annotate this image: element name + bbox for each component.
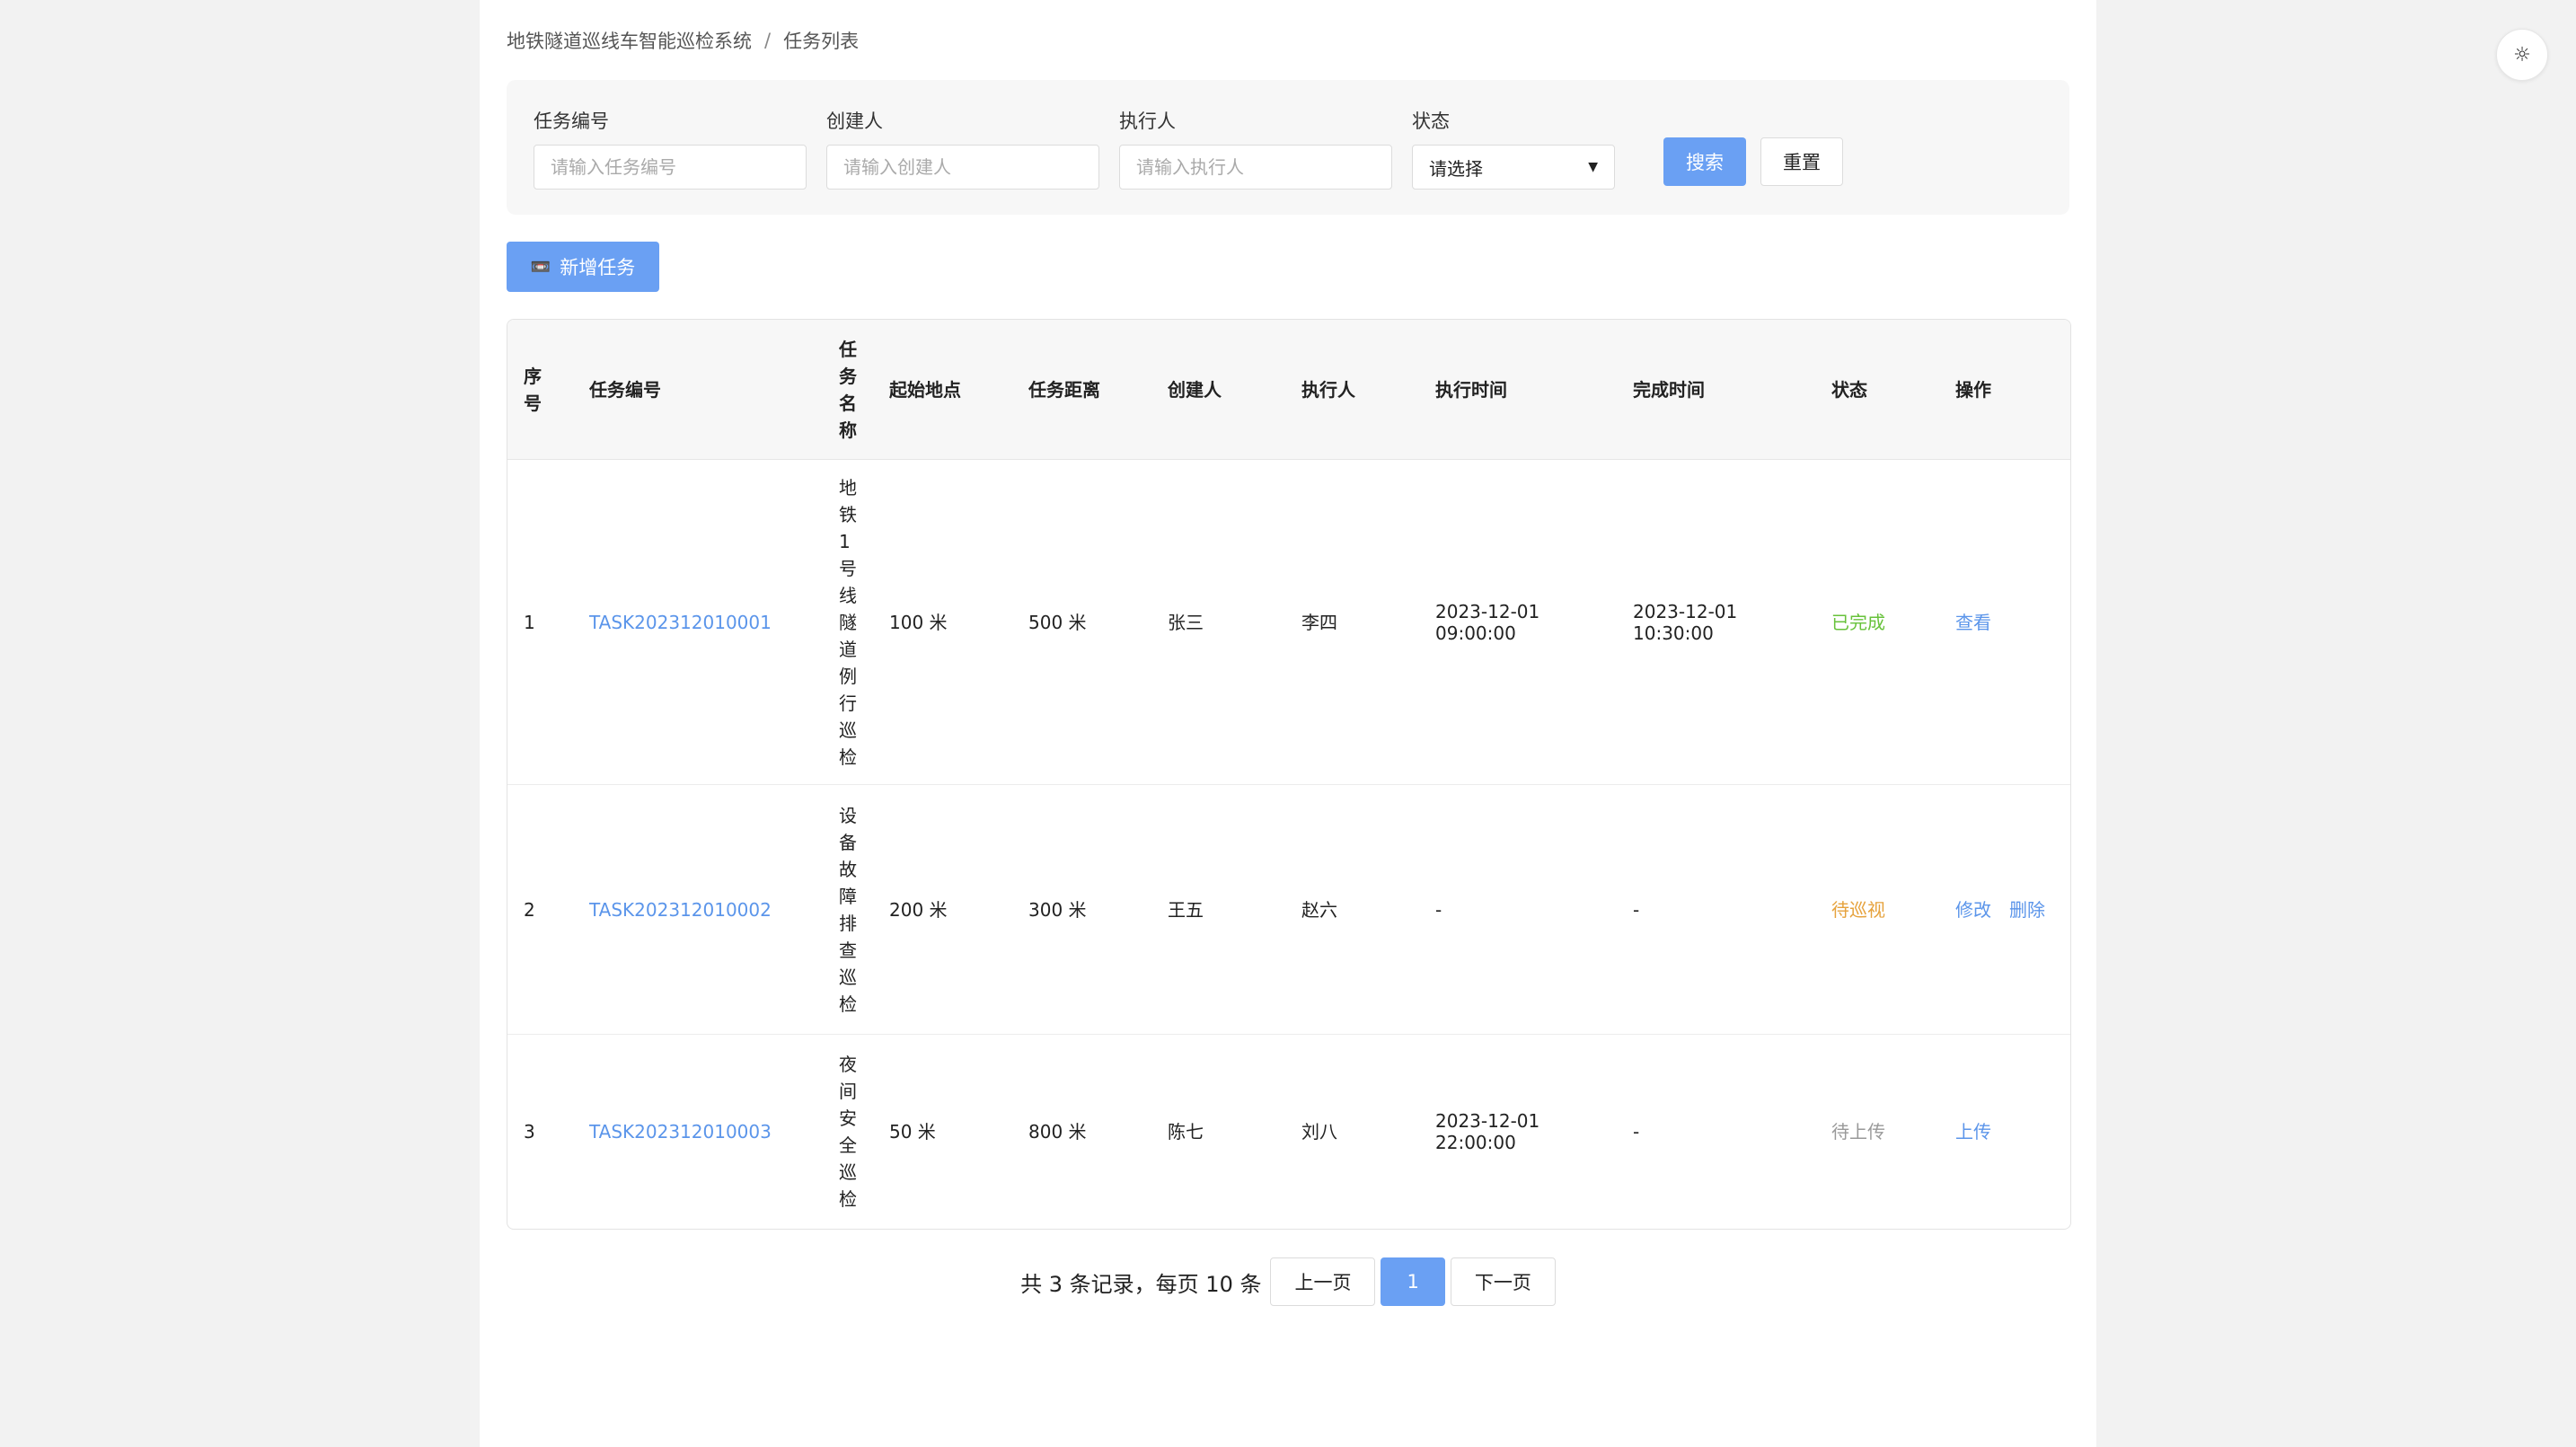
task-no-input[interactable] (534, 145, 807, 190)
creator: 张三 (1151, 459, 1285, 785)
task-distance: 500 米 (1012, 459, 1151, 785)
task-name: 夜间安全巡检 (839, 1054, 857, 1210)
theme-toggle-button[interactable]: ☼ (2496, 29, 2548, 81)
status-badge: 待上传 (1831, 1121, 1885, 1143)
executor: 刘八 (1301, 1121, 1337, 1143)
table-row: 1 TASK202312010001 地铁1号线隧道例行巡检 100 米 500… (507, 459, 2070, 785)
pagination-summary: 共 3 条记录，每页 10 条 (1020, 1271, 1262, 1297)
col-exec-time-header: 执行时间 (1419, 320, 1617, 460)
row-index: 3 (524, 1121, 535, 1143)
col-executor-header: 执行人 (1285, 320, 1419, 460)
col-start-header: 起始地点 (873, 320, 1012, 460)
col-finish-time-header: 完成时间 (1617, 320, 1815, 460)
creator: 陈七 (1168, 1121, 1204, 1143)
start-location: 50 米 (889, 1121, 936, 1143)
task-distance: 800 米 (1028, 1121, 1087, 1143)
view-button[interactable]: 查看 (1955, 612, 1991, 633)
breadcrumb-root[interactable]: 地铁隧道巡线车智能巡检系统 (507, 27, 752, 54)
start-location: 200 米 (873, 784, 1012, 1035)
add-task-icon: 📼 (530, 257, 551, 277)
main-page: 地铁隧道巡线车智能巡检系统 / 任务列表 任务编号 创建人 执行人 状态 请选择… (480, 0, 2096, 1447)
col-status-header: 状态 (1815, 320, 1939, 460)
task-distance: 300 米 (1012, 784, 1151, 1035)
status-select-value: 请选择 (1429, 157, 1483, 180)
creator-label: 创建人 (826, 110, 883, 132)
creator-input[interactable] (826, 145, 1099, 190)
executor: 李四 (1285, 459, 1419, 785)
status-badge: 待巡视 (1831, 898, 1885, 921)
col-name-header: 任务名称 (823, 320, 873, 460)
status-select[interactable]: 请选择 ▼ (1412, 145, 1615, 190)
table-header-row: 序号 任务编号 任务名称 起始地点 任务距离 创建人 执行人 执行时间 完成时间… (507, 320, 2070, 460)
col-task-no-header: 任务编号 (573, 320, 823, 460)
filter-panel: 任务编号 创建人 执行人 状态 请选择 ▼ 搜索 重置 (507, 80, 2069, 215)
col-actions-header: 操作 (1939, 320, 2070, 460)
finish-time: - (1633, 1121, 1640, 1143)
exec-time: - (1419, 784, 1617, 1035)
breadcrumb-separator: / (764, 30, 772, 51)
finish-time: - (1617, 784, 1815, 1035)
task-name: 地铁1号线隧道例行巡检 (839, 476, 857, 768)
exec-time: 2023-12-01 09:00:00 (1435, 600, 1540, 644)
col-distance-header: 任务距离 (1012, 320, 1151, 460)
executor: 赵六 (1285, 784, 1419, 1035)
task-name: 设备故障排查巡检 (839, 804, 857, 1015)
col-index-header: 序号 (507, 320, 573, 460)
task-no-link[interactable]: TASK202312010001 (589, 612, 772, 633)
upload-button[interactable]: 上传 (1955, 1121, 1991, 1143)
finish-time: 2023-12-01 10:30:00 (1633, 600, 1738, 644)
chevron-down-icon: ▼ (1588, 160, 1598, 174)
status-label: 状态 (1412, 110, 1450, 132)
table-row: 2 TASK202312010002 设备故障排查巡检 200 米 300 米 … (507, 784, 2070, 1035)
task-no-link[interactable]: TASK202312010002 (589, 899, 772, 921)
add-task-label: 新增任务 (560, 257, 636, 278)
row-index: 2 (507, 784, 573, 1035)
creator: 王五 (1151, 784, 1285, 1035)
page-1-button[interactable]: 1 (1381, 1257, 1445, 1306)
breadcrumb-current: 任务列表 (783, 31, 860, 52)
executor-field: 执行人 (1119, 107, 1392, 190)
row-index: 1 (507, 459, 573, 785)
sun-icon: ☼ (2513, 43, 2531, 66)
task-no-label: 任务编号 (534, 110, 609, 132)
task-no-link[interactable]: TASK202312010003 (589, 1121, 772, 1143)
executor-input[interactable] (1119, 145, 1392, 190)
status-field: 状态 请选择 ▼ (1412, 107, 1615, 190)
creator-field: 创建人 (826, 107, 1099, 190)
table-row: 3 TASK202312010003 夜间安全巡检 50 米 800 米 陈七 … (507, 1035, 2070, 1230)
edit-button[interactable]: 修改 (1955, 899, 1991, 921)
breadcrumb: 地铁隧道巡线车智能巡检系统 / 任务列表 (507, 27, 859, 54)
search-button[interactable]: 搜索 (1663, 137, 1746, 186)
prev-page-button[interactable]: 上一页 (1270, 1257, 1376, 1306)
delete-button[interactable]: 删除 (2009, 899, 2045, 921)
status-badge: 已完成 (1831, 611, 1885, 633)
exec-time: 2023-12-01 22:00:00 (1435, 1110, 1540, 1153)
col-creator-header: 创建人 (1151, 320, 1285, 460)
start-location: 100 米 (873, 459, 1012, 785)
add-task-button[interactable]: 📼 新增任务 (507, 242, 659, 292)
task-no-field: 任务编号 (534, 107, 807, 190)
executor-label: 执行人 (1119, 110, 1176, 132)
reset-button[interactable]: 重置 (1760, 137, 1843, 186)
pagination: 共 3 条记录，每页 10 条 上一页 1 下一页 (480, 1257, 2096, 1306)
next-page-button[interactable]: 下一页 (1450, 1257, 1556, 1306)
task-table: 序号 任务编号 任务名称 起始地点 任务距离 创建人 执行人 执行时间 完成时间… (507, 319, 2071, 1230)
